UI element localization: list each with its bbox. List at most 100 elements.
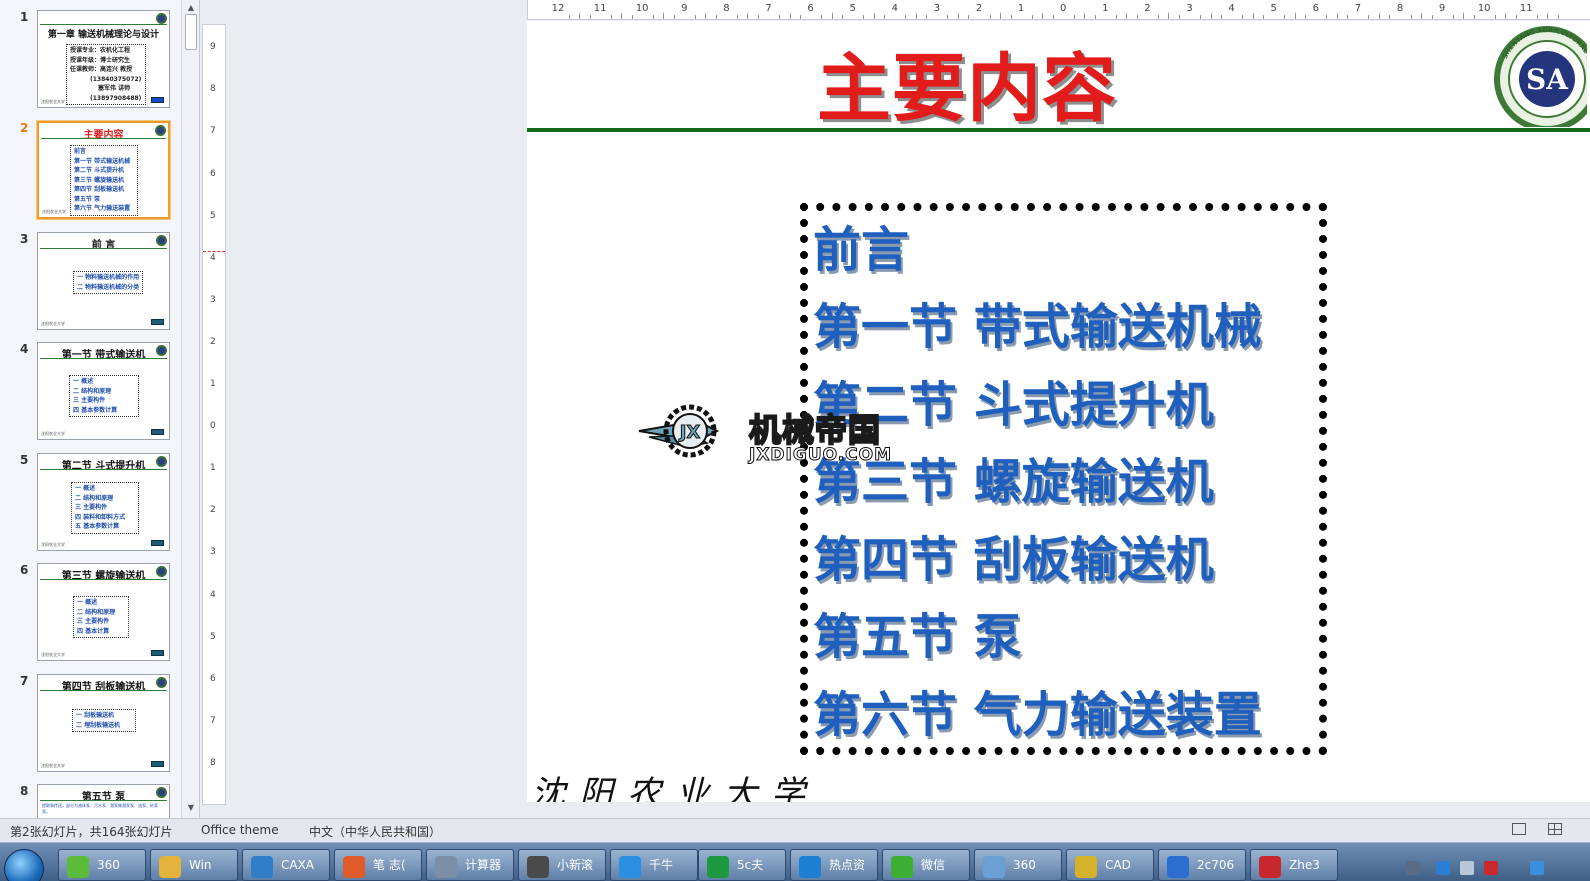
thumbnail-line: 四 基本参数计算 xyxy=(73,406,118,414)
ruler-tick xyxy=(1389,15,1391,19)
ruler-tick xyxy=(1136,15,1138,19)
taskbar-app-icon xyxy=(799,856,821,878)
ruler-label: 7 xyxy=(210,126,216,136)
scrollbar-thumb[interactable] xyxy=(185,14,197,50)
ruler-tick xyxy=(1000,13,1002,19)
slide-thumbnail-8[interactable]: 第五节 泵 提取和传送，部分为液体泵、污水泵、潜泵做潜泵泵、油泵、砂浆泵。 xyxy=(37,784,170,818)
taskbar-button[interactable]: CAXA xyxy=(242,849,330,881)
taskbar-button[interactable]: 热点资 xyxy=(790,849,878,881)
slide-thumbnail-6[interactable]: 第三节 螺旋输送机 一 概述 二 结构和原理 三 主要构件 四 基本计算 沈阳农… xyxy=(37,563,170,661)
ruler-label: 8 xyxy=(1396,3,1404,14)
ruler-tick xyxy=(610,15,612,19)
taskbar-button[interactable]: 360 xyxy=(58,849,146,881)
ruler-tick xyxy=(589,15,591,19)
language-status[interactable]: 中文（中华人民共和国） xyxy=(309,823,441,840)
thumbnail-number: 2 xyxy=(20,121,29,135)
ruler-tick xyxy=(694,15,696,19)
ruler-tick xyxy=(673,15,675,19)
thumbnail-line: 一 概述 xyxy=(73,378,94,385)
thumbnail-scrollbar[interactable]: ▲ ▼ xyxy=(181,0,199,818)
thumbnail-rule xyxy=(40,24,167,25)
ruler-tick xyxy=(1294,13,1296,19)
taskbar-button-label: 笔 志( xyxy=(373,858,406,872)
thumbnail-footer: 沈阳农业大学 xyxy=(41,321,65,326)
thumbnail-line: 三 主要构件 xyxy=(75,504,108,511)
ruler-label: 2 xyxy=(975,3,983,14)
thumbnail-number: 3 xyxy=(20,232,29,246)
taskbar-button[interactable]: 笔 志( xyxy=(334,849,422,881)
thumbnail-number: 8 xyxy=(20,784,29,798)
watermark-url: JXDIGUO.COM xyxy=(748,445,893,466)
slide-thumbnail-5[interactable]: 第二节 斗式提升机 一 概述 二 结构和原理 三 主要构件 四 装料和卸料方式 … xyxy=(37,453,170,551)
school-logo-icon xyxy=(155,125,166,136)
thumbnail-row-8[interactable]: 8 第五节 泵 提取和传送，部分为液体泵、污水泵、潜泵做潜泵泵、油泵、砂浆泵。 xyxy=(0,784,182,818)
ruler-tick xyxy=(1252,13,1254,19)
toc-item-section-6[interactable]: 第六节 气力输送装置 xyxy=(813,688,1262,742)
ruler-label: 1 xyxy=(1102,3,1109,14)
tray-status-icon[interactable] xyxy=(1530,861,1544,875)
thumbnail-title: 第一章 输送机械理论与设计 xyxy=(47,30,160,40)
thumbnail-line: 一 刮板输送机 xyxy=(76,712,115,719)
taskbar-app-icon xyxy=(1075,856,1097,878)
taskbar-button[interactable]: Win xyxy=(150,849,238,881)
thumbnail-rule xyxy=(40,800,167,801)
tray-keyboard-icon[interactable] xyxy=(1406,861,1420,875)
ruler-tick xyxy=(873,13,875,19)
ruler-tick xyxy=(747,13,749,19)
toc-item-section-5[interactable]: 第五节 泵 xyxy=(813,610,1022,664)
ruler-tick xyxy=(663,13,665,19)
tray-network-icon[interactable] xyxy=(1460,861,1474,875)
slide-sorter-view-icon[interactable] xyxy=(1548,823,1562,835)
taskbar-button[interactable]: Zhe3 xyxy=(1250,849,1338,881)
slide-thumbnail-2[interactable]: 主要内容 前言 第一节 带式输送机械 第二节 斗式提升机 第三节 螺旋输送机 第… xyxy=(37,121,170,219)
slide-thumbnail-7[interactable]: 第四节 刮板输送机 一 刮板输送机 二 埋刮板输送机 沈阳农业大学 xyxy=(37,674,170,772)
taskbar-button[interactable]: 计算器 xyxy=(426,849,514,881)
ruler-tick xyxy=(884,15,886,19)
thumbnail-line: 二 物料输送机械的分类 xyxy=(77,283,140,291)
normal-view-icon[interactable] xyxy=(1512,823,1526,835)
toc-item-section-4[interactable]: 第四节 刮板输送机 xyxy=(813,533,1214,587)
thumbnail-nav-button xyxy=(151,540,164,546)
taskbar-button[interactable]: 小新滚 xyxy=(518,849,606,881)
powerpoint-window: 1 第一章 输送机械理论与设计 授课专业：农机化工程 授课年级：博士研究生 任课… xyxy=(0,0,1590,881)
taskbar-button[interactable]: CAD xyxy=(1066,849,1154,881)
taskbar-button[interactable]: 360 xyxy=(974,849,1062,881)
slide-thumbnail-4[interactable]: 第一节 带式输送机 一 概述 二 结构和原理 三 主要构件 四 基本参数计算 沈… xyxy=(37,342,170,440)
thumbnail-line: 第五节 泵 xyxy=(74,195,101,203)
ruler-label: 3 xyxy=(933,3,941,14)
start-button-icon[interactable] xyxy=(4,849,44,881)
table-of-contents-box[interactable]: 前言 第一节 带式输送机械 第二节 斗式提升机 第三节 螺旋输送机 第四节 刮板… xyxy=(800,203,1327,755)
ruler-tick xyxy=(1052,15,1054,19)
theme-name-status[interactable]: Office theme xyxy=(201,823,279,837)
ruler-label: 4 xyxy=(210,590,216,600)
slide-canvas[interactable]: 主要内容 SA SHENYANG AGRICULTURAL UNIVERSITY… xyxy=(527,21,1590,802)
ruler-label: 9 xyxy=(1438,3,1446,14)
slide-thumbnail-1[interactable]: 第一章 输送机械理论与设计 授课专业：农机化工程 授课年级：博士研究生 任课教师… xyxy=(37,10,170,108)
ruler-tick xyxy=(957,13,959,19)
taskbar-button[interactable]: 千牛 xyxy=(610,849,698,881)
thumbnail-footer: 沈阳农业大学 xyxy=(41,99,65,104)
toc-item-preface[interactable]: 前言 xyxy=(813,223,909,277)
thumbnail-line: 四 装料和卸料方式 xyxy=(75,513,126,521)
status-bar: 第2张幻灯片，共164张幻灯片 Office theme 中文（中华人民共和国） xyxy=(0,818,1590,842)
taskbar-button-label: 计算器 xyxy=(465,858,502,872)
taskbar-app-icon xyxy=(159,856,181,878)
slide-thumbnail-3[interactable]: 前 言 一 物料输送机械的作用 二 物料输送机械的分类 沈阳农业大学 xyxy=(37,232,170,330)
ruler-tick xyxy=(1463,13,1465,19)
taskbar-button[interactable]: 微信 xyxy=(882,849,970,881)
slide-title[interactable]: 主要内容 xyxy=(817,29,1117,136)
scroll-down-arrow-icon[interactable]: ▼ xyxy=(182,800,200,816)
taskbar-button[interactable]: 5c夫 xyxy=(698,849,786,881)
tray-antivirus-icon[interactable] xyxy=(1484,861,1498,875)
ruler-tick xyxy=(800,15,802,19)
thumbnail-line: 三 主要构件 xyxy=(77,618,110,625)
university-calligraphy-footer: 沈阳农业大学 xyxy=(531,774,819,802)
ruler-tick xyxy=(1042,13,1044,19)
ruler-tick xyxy=(947,15,949,19)
tray-input-icon[interactable] xyxy=(1436,861,1450,875)
taskbar-button-label: 热点资 xyxy=(829,858,866,872)
toc-item-section-1[interactable]: 第一节 带式输送机械 xyxy=(813,300,1262,354)
ruler-tick xyxy=(1336,13,1338,19)
thumbnail-line: 五 基本参数计算 xyxy=(75,523,120,530)
taskbar-button[interactable]: 2c706 xyxy=(1158,849,1246,881)
